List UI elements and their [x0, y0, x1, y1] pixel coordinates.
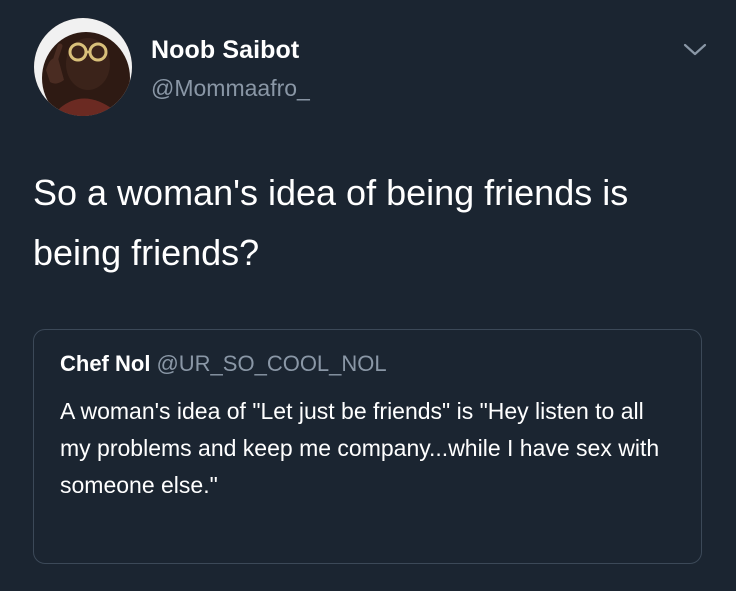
quoted-author-display-name: Chef Nol: [60, 351, 151, 376]
avatar-image: [34, 18, 132, 116]
tweet-text: So a woman's idea of being friends is be…: [33, 172, 629, 273]
quoted-tweet-header: Chef Nol @UR_SO_COOL_NOL: [60, 351, 387, 377]
tweet-card: Noob Saibot @Mommaafro_ So a woman's ide…: [0, 0, 736, 591]
quoted-author-handle: @UR_SO_COOL_NOL: [156, 351, 387, 376]
quoted-tweet-text: A woman's idea of "Let just be friends" …: [60, 398, 660, 498]
chevron-down-icon[interactable]: [679, 38, 711, 62]
author-display-name[interactable]: Noob Saibot: [151, 36, 299, 65]
author-handle[interactable]: @Mommaafro_: [151, 75, 310, 102]
avatar[interactable]: [34, 18, 132, 116]
quoted-tweet[interactable]: Chef Nol @UR_SO_COOL_NOL A woman's idea o…: [33, 329, 702, 564]
